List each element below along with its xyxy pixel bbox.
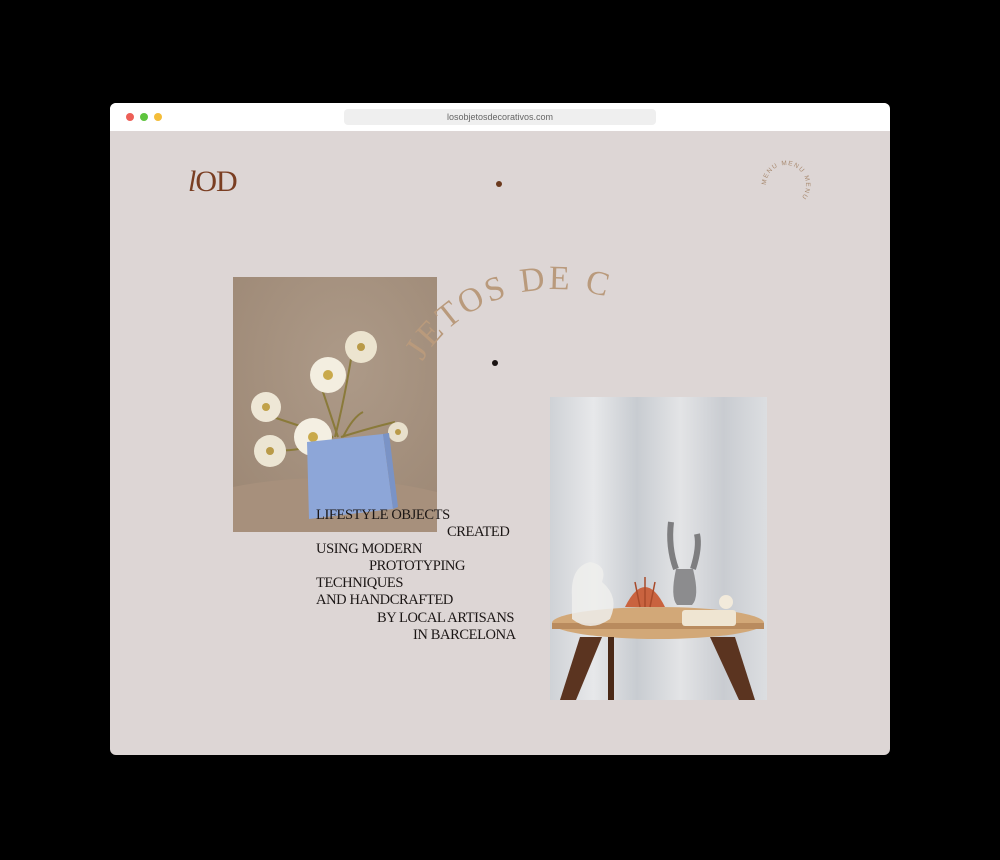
- tagline-line: USING MODERN: [316, 541, 422, 558]
- cream-block: [682, 610, 736, 626]
- browser-window: losobjetosdecorativos.com lOD MENU MENU …: [110, 103, 890, 755]
- maximize-window-button[interactable]: [154, 113, 162, 121]
- tagline-line: PROTOTYPING: [369, 558, 466, 575]
- decorative-dot-black: [492, 360, 498, 366]
- close-window-button[interactable]: [126, 113, 134, 121]
- arc-title-text: JETOS DE C: [398, 260, 616, 366]
- grey-glass-vase: [673, 569, 697, 605]
- menu-button[interactable]: MENU MENU MENU: [756, 155, 816, 215]
- tagline-line: AND HANDCRAFTED: [316, 592, 453, 609]
- table-objects-image: [550, 397, 767, 700]
- tagline-line: CREATED: [447, 524, 510, 541]
- tagline-line: BY LOCAL ARTISANS: [377, 609, 515, 626]
- rotating-title-arc: JETOS DE C: [398, 260, 613, 366]
- minimize-window-button[interactable]: [140, 113, 148, 121]
- browser-titlebar: losobjetosdecorativos.com: [110, 103, 890, 131]
- tagline-line: IN BARCELONA: [413, 626, 516, 643]
- decorative-dot-brown: [496, 181, 502, 187]
- logo-letters: OD: [195, 165, 237, 198]
- tagline: LIFESTYLE OBJECTS CREATED USING MODERN P…: [316, 507, 516, 644]
- flowers-vase-image: [233, 277, 437, 532]
- tagline-line: TECHNIQUES: [316, 575, 404, 592]
- site-logo[interactable]: lOD: [188, 165, 238, 199]
- menu-ring-text: MENU MENU MENU: [761, 160, 811, 201]
- tagline-line: LIFESTYLE OBJECTS: [316, 507, 450, 523]
- address-bar[interactable]: losobjetosdecorativos.com: [344, 109, 656, 125]
